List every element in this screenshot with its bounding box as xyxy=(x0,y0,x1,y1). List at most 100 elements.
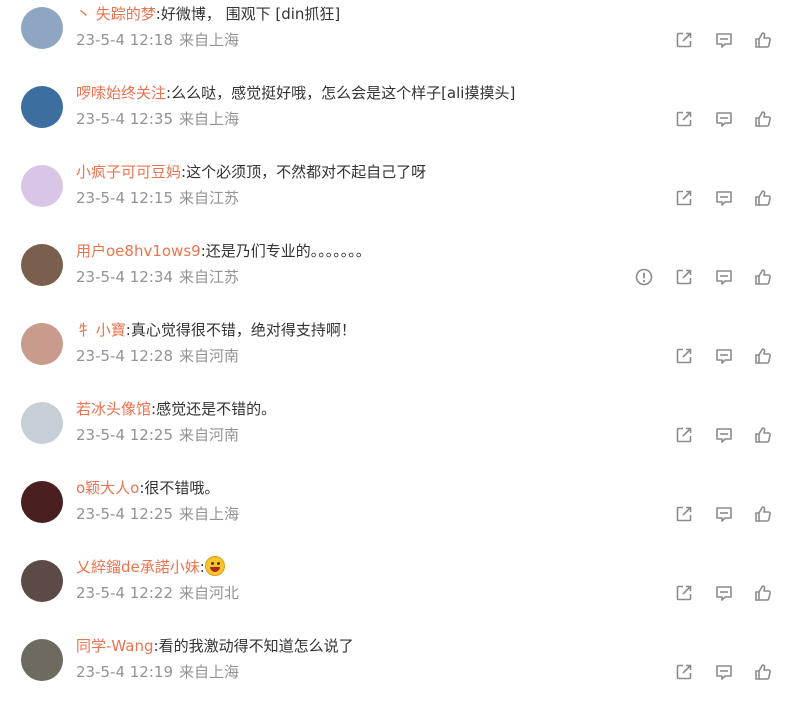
reply-button[interactable] xyxy=(714,30,734,50)
comment-icon xyxy=(714,504,734,524)
forward-button[interactable] xyxy=(674,30,694,50)
comment-text: :感觉还是不错的。 xyxy=(151,400,277,418)
reply-button[interactable] xyxy=(714,188,734,208)
forward-button[interactable] xyxy=(674,109,694,129)
comment-text: :真心觉得很不错，绝对得支持啊！ xyxy=(125,321,356,339)
avatar[interactable] xyxy=(21,402,63,444)
comment-item: 用户oe8hv1ows9:还是乃们专业的。。。。。。。 23-5-4 12:34 来… xyxy=(0,240,786,319)
avatar[interactable] xyxy=(21,244,63,286)
reply-button[interactable] xyxy=(714,662,734,682)
comment-location: 来自上海 xyxy=(179,663,240,681)
comment-meta: 23-5-4 12:18 来自上海 xyxy=(76,30,239,50)
like-button[interactable] xyxy=(753,109,773,129)
forward-button[interactable] xyxy=(674,346,694,366)
comment-meta: 23-5-4 12:22 来自河北 xyxy=(76,583,239,603)
forward-icon xyxy=(674,188,694,208)
avatar[interactable] xyxy=(21,165,63,207)
comment-text: :这个必须顶，不然都对不起自己了呀 xyxy=(181,163,427,181)
comment-location: 来自江苏 xyxy=(179,268,240,286)
username-link[interactable]: o颖大人o xyxy=(76,479,139,497)
like-icon xyxy=(753,267,773,287)
comment-item: 丶 失踪的梦:好微博， 围观下 [din抓狂] 23-5-4 12:18 来自上海 xyxy=(0,3,786,82)
like-icon xyxy=(753,30,773,50)
comment-icon xyxy=(714,662,734,682)
like-icon xyxy=(753,662,773,682)
comment-time: 23-5-4 12:35 xyxy=(76,110,173,128)
comment-item: 乂綷鎦de承諾小妹: 23-5-4 12:22 来自河北 xyxy=(0,556,786,635)
comment-line: 若冰头像馆:感觉还是不错的。 xyxy=(76,398,276,420)
avatar[interactable] xyxy=(21,323,63,365)
like-icon xyxy=(753,583,773,603)
comment-meta: 23-5-4 12:34 来自江苏 xyxy=(76,267,239,287)
comment-icon xyxy=(714,425,734,445)
comment-text: :还是乃们专业的。。。。。。。 xyxy=(200,242,371,260)
forward-button[interactable] xyxy=(674,662,694,682)
username-link[interactable]: 若冰头像馆 xyxy=(76,400,151,418)
like-icon xyxy=(753,504,773,524)
like-icon xyxy=(753,188,773,208)
comment-time: 23-5-4 12:19 xyxy=(76,663,173,681)
like-button[interactable] xyxy=(753,30,773,50)
username-link[interactable]: 同学-Wang xyxy=(76,637,154,655)
reply-button[interactable] xyxy=(714,425,734,445)
comment-line: 小疯子可可豆妈:这个必须顶，不然都对不起自己了呀 xyxy=(76,161,426,183)
comment-location: 来自河北 xyxy=(179,584,240,602)
like-button[interactable] xyxy=(753,267,773,287)
forward-icon xyxy=(674,267,694,287)
forward-button[interactable] xyxy=(674,267,694,287)
comment-meta: 23-5-4 12:28 来自河南 xyxy=(76,346,239,366)
comment-icon xyxy=(714,30,734,50)
comment-icon xyxy=(714,109,734,129)
comment-item: o颖大人o:很不错哦。 23-5-4 12:25 来自上海 xyxy=(0,477,786,556)
avatar[interactable] xyxy=(21,639,63,681)
forward-icon xyxy=(674,30,694,50)
avatar[interactable] xyxy=(21,7,63,49)
comment-line: 乂綷鎦de承諾小妹: xyxy=(76,556,225,578)
username-link[interactable]: 用户oe8hv1ows9 xyxy=(76,242,201,260)
like-button[interactable] xyxy=(753,346,773,366)
forward-button[interactable] xyxy=(674,188,694,208)
comment-icon xyxy=(714,583,734,603)
comment-item: 啰嗦始终关注:么么哒，感觉挺好哦，怎么会是这个样子[ali摸摸头] 23-5-4 … xyxy=(0,82,786,161)
username-link[interactable]: 啰嗦始终关注 xyxy=(76,84,166,102)
comment-text: :么么哒，感觉挺好哦，怎么会是这个样子[ali摸摸头] xyxy=(166,84,516,102)
forward-icon xyxy=(674,346,694,366)
reply-button[interactable] xyxy=(714,267,734,287)
forward-button[interactable] xyxy=(674,425,694,445)
comment-list: 丶 失踪的梦:好微博， 围观下 [din抓狂] 23-5-4 12:18 来自上海啰… xyxy=(0,0,786,681)
comment-location: 来自江苏 xyxy=(179,189,240,207)
avatar[interactable] xyxy=(21,560,63,602)
like-button[interactable] xyxy=(753,662,773,682)
forward-button[interactable] xyxy=(674,583,694,603)
comment-location: 来自河南 xyxy=(179,426,240,444)
username-link[interactable]: 小疯子可可豆妈 xyxy=(76,163,181,181)
like-icon xyxy=(753,425,773,445)
comment-meta: 23-5-4 12:19 来自上海 xyxy=(76,662,239,682)
like-button[interactable] xyxy=(753,425,773,445)
comment-item: 小疯子可可豆妈:这个必须顶，不然都对不起自己了呀 23-5-4 12:15 来自江苏 xyxy=(0,161,786,240)
like-button[interactable] xyxy=(753,504,773,524)
comment-icon xyxy=(714,346,734,366)
reply-button[interactable] xyxy=(714,504,734,524)
avatar[interactable] xyxy=(21,86,63,128)
username-link[interactable]: 乂綷鎦de承諾小妹 xyxy=(76,558,200,576)
reply-button[interactable] xyxy=(714,583,734,603)
like-button[interactable] xyxy=(753,188,773,208)
avatar[interactable] xyxy=(21,481,63,523)
report-button[interactable] xyxy=(634,267,654,287)
like-button[interactable] xyxy=(753,583,773,603)
forward-button[interactable] xyxy=(674,504,694,524)
comment-time: 23-5-4 12:34 xyxy=(76,268,173,286)
reply-button[interactable] xyxy=(714,109,734,129)
username-link[interactable]: 牜 小寶 xyxy=(76,321,126,339)
forward-icon xyxy=(674,504,694,524)
username-link[interactable]: 丶 失踪的梦 xyxy=(76,5,156,23)
comment-meta: 23-5-4 12:25 来自河南 xyxy=(76,425,239,445)
comment-text: :看的我激动得不知道怎么说了 xyxy=(153,637,354,655)
reply-button[interactable] xyxy=(714,346,734,366)
comment-text: :很不错哦。 xyxy=(139,479,220,497)
forward-icon xyxy=(674,109,694,129)
comment-line: 同学-Wang:看的我激动得不知道怎么说了 xyxy=(76,635,354,657)
forward-icon xyxy=(674,425,694,445)
comment-icon xyxy=(714,188,734,208)
